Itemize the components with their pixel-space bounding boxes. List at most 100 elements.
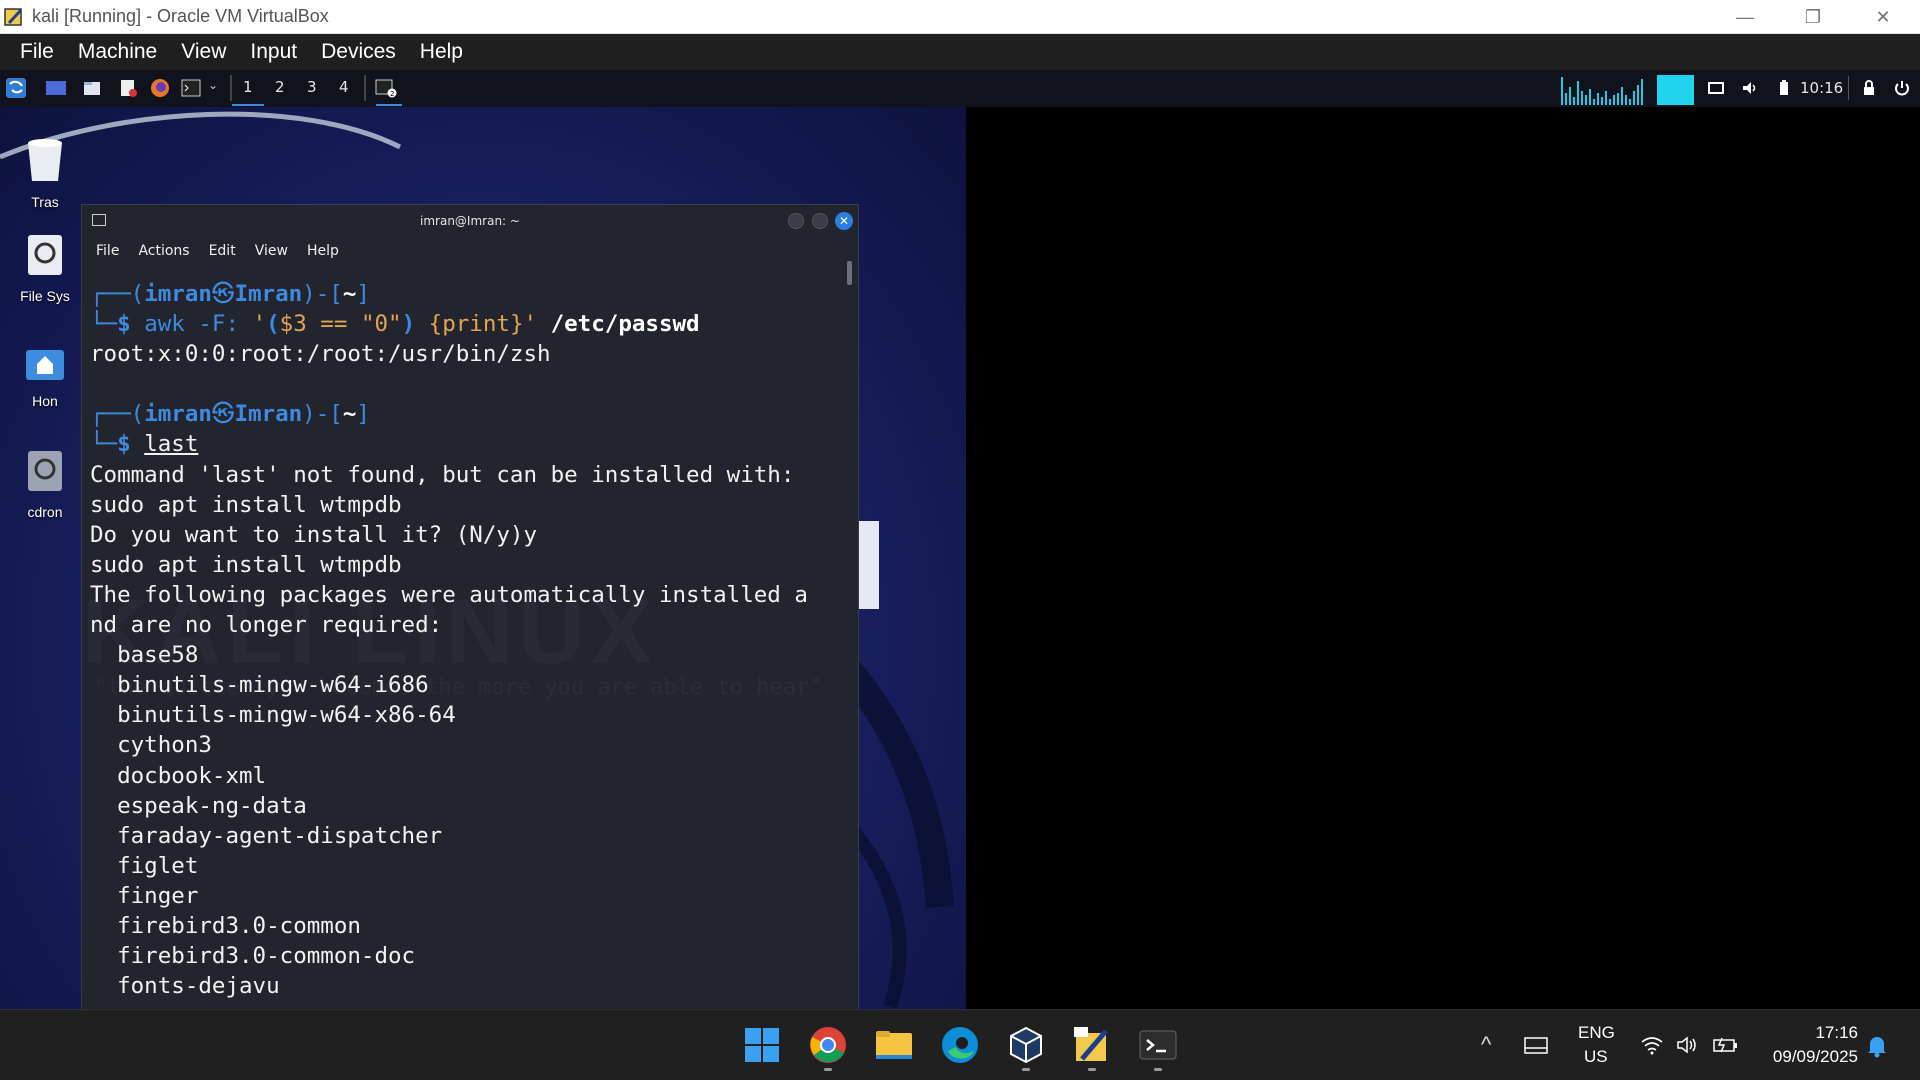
command-line-2: └─$ last	[90, 431, 199, 458]
terminal-menu-edit[interactable]: Edit	[209, 243, 236, 259]
files-icon[interactable]	[82, 78, 102, 98]
terminal-minimize-button[interactable]	[788, 213, 804, 229]
command-line-1: └─$ awk -F: '($3 == "0") {print}' /etc/p…	[90, 311, 700, 338]
firefox-icon[interactable]	[150, 78, 170, 98]
kali-desktop: Tras File Sys Hon cdron imran@Imran: ~ ✕…	[0, 107, 966, 1009]
terminal-window[interactable]: imran@Imran: ~ ✕ File Actions Edit View …	[81, 204, 859, 1009]
terminal-close-button[interactable]: ✕	[835, 212, 853, 230]
file-explorer-taskbar-button[interactable]	[874, 1025, 914, 1065]
taskbar-date[interactable]: 09/09/2025	[1760, 1047, 1858, 1067]
close-button[interactable]: ✕	[1848, 0, 1918, 34]
edge-icon	[942, 1027, 978, 1063]
terminal-maximize-button[interactable]	[812, 213, 828, 229]
chrome-icon	[810, 1027, 846, 1063]
terminal-menu-help[interactable]: Help	[307, 243, 339, 259]
output-line: base58	[90, 642, 199, 669]
speaker-icon[interactable]	[1676, 1034, 1700, 1056]
workspace-3[interactable]: 3	[307, 78, 317, 96]
desktop-icon-home[interactable]: Hon	[0, 342, 90, 409]
menu-view[interactable]: View	[172, 40, 241, 64]
kali-menu-icon[interactable]	[6, 78, 26, 98]
chevron-down-icon[interactable]: ⌄	[208, 78, 220, 98]
menu-input[interactable]: Input	[241, 40, 312, 64]
menu-file[interactable]: File	[0, 40, 69, 64]
output-line: Command 'last' not found, but can be ins…	[90, 461, 795, 488]
task-active-indicator	[376, 104, 402, 106]
taskbar-clock[interactable]: 17:16	[1808, 1023, 1858, 1043]
workspace-2[interactable]: 2	[275, 78, 285, 96]
output-line: sudo apt install wtmpdb	[90, 551, 402, 578]
output-line: nd are no longer required:	[90, 612, 443, 639]
virtualbox-vm-icon	[1074, 1027, 1108, 1061]
output-line: finger	[90, 882, 199, 909]
panel-clock[interactable]: 10:16	[1800, 79, 1843, 97]
menu-help[interactable]: Help	[411, 40, 478, 64]
workspace-4[interactable]: 4	[339, 78, 349, 96]
text-editor-icon[interactable]	[118, 78, 138, 98]
lock-icon[interactable]	[1859, 78, 1879, 98]
show-desktop-icon[interactable]	[46, 81, 66, 95]
app-running-indicator	[824, 1068, 832, 1071]
edge-taskbar-button[interactable]	[940, 1025, 980, 1065]
terminal-task-icon[interactable]: 2	[375, 78, 397, 98]
terminal-menu-view[interactable]: View	[255, 243, 288, 259]
output-line: Do you want to install it? (N/y)y	[90, 521, 538, 548]
terminal-output[interactable]: ┌──(imran㉿Imran)-[~] └─$ awk -F: '($3 == …	[90, 279, 842, 1009]
cpu-graph	[1560, 73, 1694, 105]
active-workspace-indicator	[232, 104, 264, 106]
terminal-menu-bar: File Actions Edit View Help	[82, 236, 858, 265]
wifi-icon[interactable]	[1640, 1034, 1664, 1056]
battery-charging-icon[interactable]	[1712, 1034, 1738, 1056]
app-running-indicator	[1154, 1068, 1162, 1071]
desktop-icon-cdrom[interactable]: cdron	[0, 447, 90, 520]
prompt-line-1: ┌──(imran㉿Imran)-[~]	[90, 281, 370, 307]
menu-devices[interactable]: Devices	[312, 40, 411, 64]
minimize-button[interactable]: —	[1710, 0, 1780, 34]
vbox-menu-bar: File Machine View Input Devices Help	[0, 34, 1920, 70]
guest-screen: ⌄ 1 2 3 4 2 10:16 Tras File Sys Hon cdro…	[0, 70, 1920, 1009]
chrome-taskbar-button[interactable]	[808, 1025, 848, 1065]
restore-button[interactable]: ❐	[1778, 0, 1848, 34]
output-line: espeak-ng-data	[90, 792, 307, 819]
language-indicator[interactable]: ENG	[1578, 1023, 1615, 1043]
terminal-menu-actions[interactable]: Actions	[138, 243, 189, 259]
display-icon[interactable]	[1706, 78, 1726, 98]
language-region[interactable]: US	[1584, 1047, 1608, 1067]
tablet-mode-icon[interactable]	[1524, 1035, 1548, 1057]
desktop-icon-label: Hon	[32, 393, 58, 409]
terminal-title: imran@Imran: ~	[420, 213, 520, 228]
output-line: figlet	[90, 852, 199, 879]
output-line: cython3	[90, 732, 212, 759]
menu-machine[interactable]: Machine	[69, 40, 172, 64]
virtualbox-taskbar-button[interactable]	[1006, 1025, 1046, 1065]
desktop-icon-filesystem[interactable]: File Sys	[0, 231, 90, 304]
restore-icon: ❐	[1804, 6, 1822, 27]
output-line: firebird3.0-common	[90, 912, 361, 939]
close-icon: ✕	[838, 214, 850, 228]
svg-text:2: 2	[390, 90, 394, 98]
power-icon[interactable]	[1892, 78, 1912, 98]
terminal-menu-file[interactable]: File	[96, 243, 119, 259]
virtualbox-app-icon	[4, 6, 26, 28]
desktop-icon-trash[interactable]: Tras	[0, 135, 90, 210]
windows-terminal-icon	[1139, 1030, 1177, 1060]
output-line: sudo apt install wtmpdb	[90, 491, 402, 518]
vbox-title-bar: kali [Running] - Oracle VM VirtualBox — …	[0, 0, 1920, 34]
notification-bell-icon[interactable]	[1866, 1034, 1888, 1058]
terminal-title-bar[interactable]: imran@Imran: ~ ✕	[82, 205, 858, 236]
terminal-window-icon	[92, 214, 106, 226]
virtualbox-cube-icon	[1010, 1026, 1042, 1064]
terminal-launcher-icon[interactable]	[181, 78, 201, 98]
workspace-1[interactable]: 1	[243, 78, 253, 96]
app-running-indicator	[1088, 1068, 1096, 1071]
terminal-taskbar-button[interactable]	[1138, 1025, 1178, 1065]
show-hidden-icons-chevron[interactable]: ^	[1481, 1032, 1491, 1058]
windows-logo-icon	[745, 1028, 779, 1062]
volume-icon[interactable]	[1740, 78, 1760, 98]
virtualbox-vm-taskbar-button[interactable]	[1072, 1025, 1112, 1065]
terminal-scrollbar[interactable]	[847, 261, 852, 285]
window-title: kali [Running] - Oracle VM VirtualBox	[32, 6, 329, 26]
battery-icon[interactable]	[1774, 78, 1794, 98]
windows-start-button[interactable]	[742, 1025, 782, 1065]
output-line: faraday-agent-dispatcher	[90, 822, 443, 849]
